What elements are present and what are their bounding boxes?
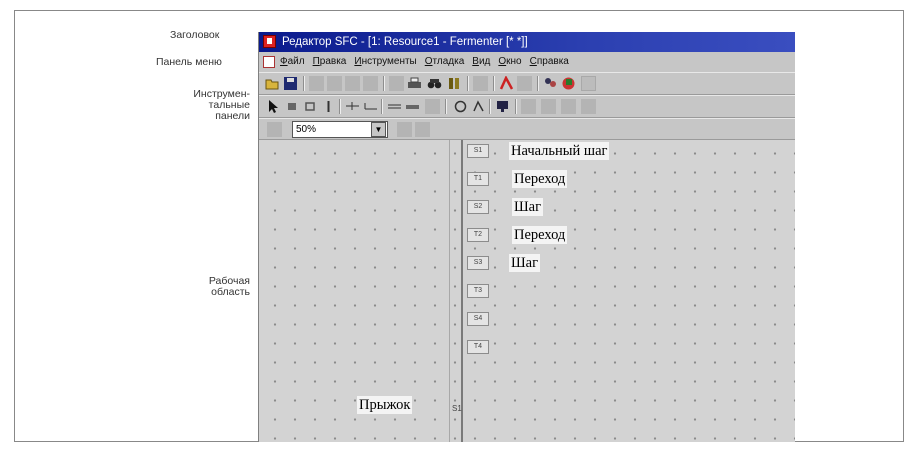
callout-menu: Панель меню bbox=[156, 56, 222, 68]
sfc-step[interactable]: S4 bbox=[467, 312, 489, 326]
open-icon[interactable] bbox=[265, 76, 280, 91]
align-icon[interactable] bbox=[561, 99, 576, 114]
sfc-transition[interactable]: T3 bbox=[467, 284, 489, 298]
callout-toolbars-line3: панели bbox=[215, 110, 250, 122]
zoom-in-icon[interactable] bbox=[397, 122, 412, 137]
label-transition-1: Переход bbox=[512, 170, 568, 188]
label-jump: Прыжок bbox=[357, 396, 413, 414]
sfc-editor-window: Редактор SFC - [1: Resource1 - Fermenter… bbox=[258, 32, 795, 442]
title-bar[interactable]: Редактор SFC - [1: Resource1 - Fermenter… bbox=[259, 32, 795, 52]
copy-icon[interactable] bbox=[327, 76, 342, 91]
zoom-out-icon[interactable] bbox=[415, 122, 430, 137]
alternative-branch-icon[interactable] bbox=[363, 99, 378, 114]
undo-icon[interactable] bbox=[363, 76, 378, 91]
layout-icon[interactable] bbox=[267, 122, 282, 137]
menu-view[interactable]: Вид bbox=[472, 52, 490, 72]
save-icon[interactable] bbox=[283, 76, 298, 91]
find-icon[interactable] bbox=[427, 76, 442, 91]
toolbar-zoom: 50% ▼ bbox=[259, 118, 795, 140]
chevron-down-icon[interactable]: ▼ bbox=[371, 122, 386, 137]
menu-bar: Файл Правка Инструменты Отладка Вид Окно… bbox=[259, 52, 795, 72]
monitor-icon[interactable] bbox=[495, 99, 510, 114]
menu-debug[interactable]: Отладка bbox=[425, 52, 465, 72]
jump-tool-icon[interactable] bbox=[405, 99, 420, 114]
sfc-step[interactable]: S3 bbox=[467, 256, 489, 270]
callout-toolbars: Инструмен- тальные панели bbox=[180, 89, 250, 122]
grid-toggle-icon[interactable] bbox=[541, 99, 556, 114]
menu-help[interactable]: Справка bbox=[530, 52, 569, 72]
action-icon[interactable] bbox=[471, 99, 486, 114]
people-icon[interactable] bbox=[543, 76, 558, 91]
initial-step-tool-icon[interactable] bbox=[303, 99, 318, 114]
toolbar-standard bbox=[259, 72, 795, 95]
menu-edit[interactable]: Правка bbox=[313, 52, 347, 72]
workspace[interactable]: S1 T1 S2 T2 S3 T3 S4 T4 Начальный шаг Пе… bbox=[259, 140, 795, 442]
stop-icon[interactable] bbox=[517, 76, 532, 91]
callout-workspace-line2: область bbox=[211, 286, 250, 298]
connect-icon[interactable] bbox=[453, 99, 468, 114]
sfc-connection-line bbox=[461, 140, 463, 442]
label-step-2: Шаг bbox=[509, 254, 541, 272]
label-step-1: Шаг bbox=[512, 198, 544, 216]
debug-icon[interactable] bbox=[561, 76, 576, 91]
callout-workspace: Рабочая область bbox=[180, 276, 250, 298]
sfc-transition[interactable]: T4 bbox=[467, 340, 489, 354]
grid-icon[interactable] bbox=[521, 99, 536, 114]
print-icon[interactable] bbox=[407, 76, 422, 91]
menu-tools[interactable]: Инструменты bbox=[354, 52, 416, 72]
window-icon[interactable] bbox=[581, 76, 596, 91]
window-title: Редактор SFC - [1: Resource1 - Fermenter… bbox=[282, 36, 528, 48]
settings-icon[interactable] bbox=[581, 99, 596, 114]
app-icon[interactable] bbox=[263, 35, 276, 48]
label-initial-step: Начальный шаг bbox=[509, 142, 610, 160]
jump-target[interactable]: S1 bbox=[452, 404, 462, 413]
cut-icon[interactable] bbox=[309, 76, 324, 91]
menu-file[interactable]: Файл bbox=[280, 52, 305, 72]
comment-tool-icon[interactable] bbox=[425, 99, 440, 114]
label-transition-2: Переход bbox=[512, 226, 568, 244]
sfc-step[interactable]: S1 bbox=[467, 144, 489, 158]
callout-title: Заголовок bbox=[170, 29, 220, 41]
transition-tool-icon[interactable] bbox=[321, 99, 336, 114]
toolbar-sfc-tools bbox=[259, 95, 795, 118]
sfc-transition[interactable]: T1 bbox=[467, 172, 489, 186]
compile-icon[interactable] bbox=[447, 76, 462, 91]
parallel-branch-icon[interactable] bbox=[387, 99, 402, 114]
step-tool-icon[interactable] bbox=[285, 99, 300, 114]
menu-window[interactable]: Окно bbox=[498, 52, 521, 72]
document-icon[interactable] bbox=[263, 56, 275, 68]
run-icon[interactable] bbox=[499, 75, 514, 91]
pointer-icon[interactable] bbox=[265, 99, 280, 114]
zoom-value: 50% bbox=[296, 124, 317, 135]
paste-icon[interactable] bbox=[345, 76, 360, 91]
sfc-step[interactable]: S2 bbox=[467, 200, 489, 214]
zoom-icon[interactable] bbox=[473, 76, 488, 91]
redo-icon[interactable] bbox=[389, 76, 404, 91]
sfc-transition[interactable]: T2 bbox=[467, 228, 489, 242]
branch-tool-icon[interactable] bbox=[345, 99, 360, 114]
